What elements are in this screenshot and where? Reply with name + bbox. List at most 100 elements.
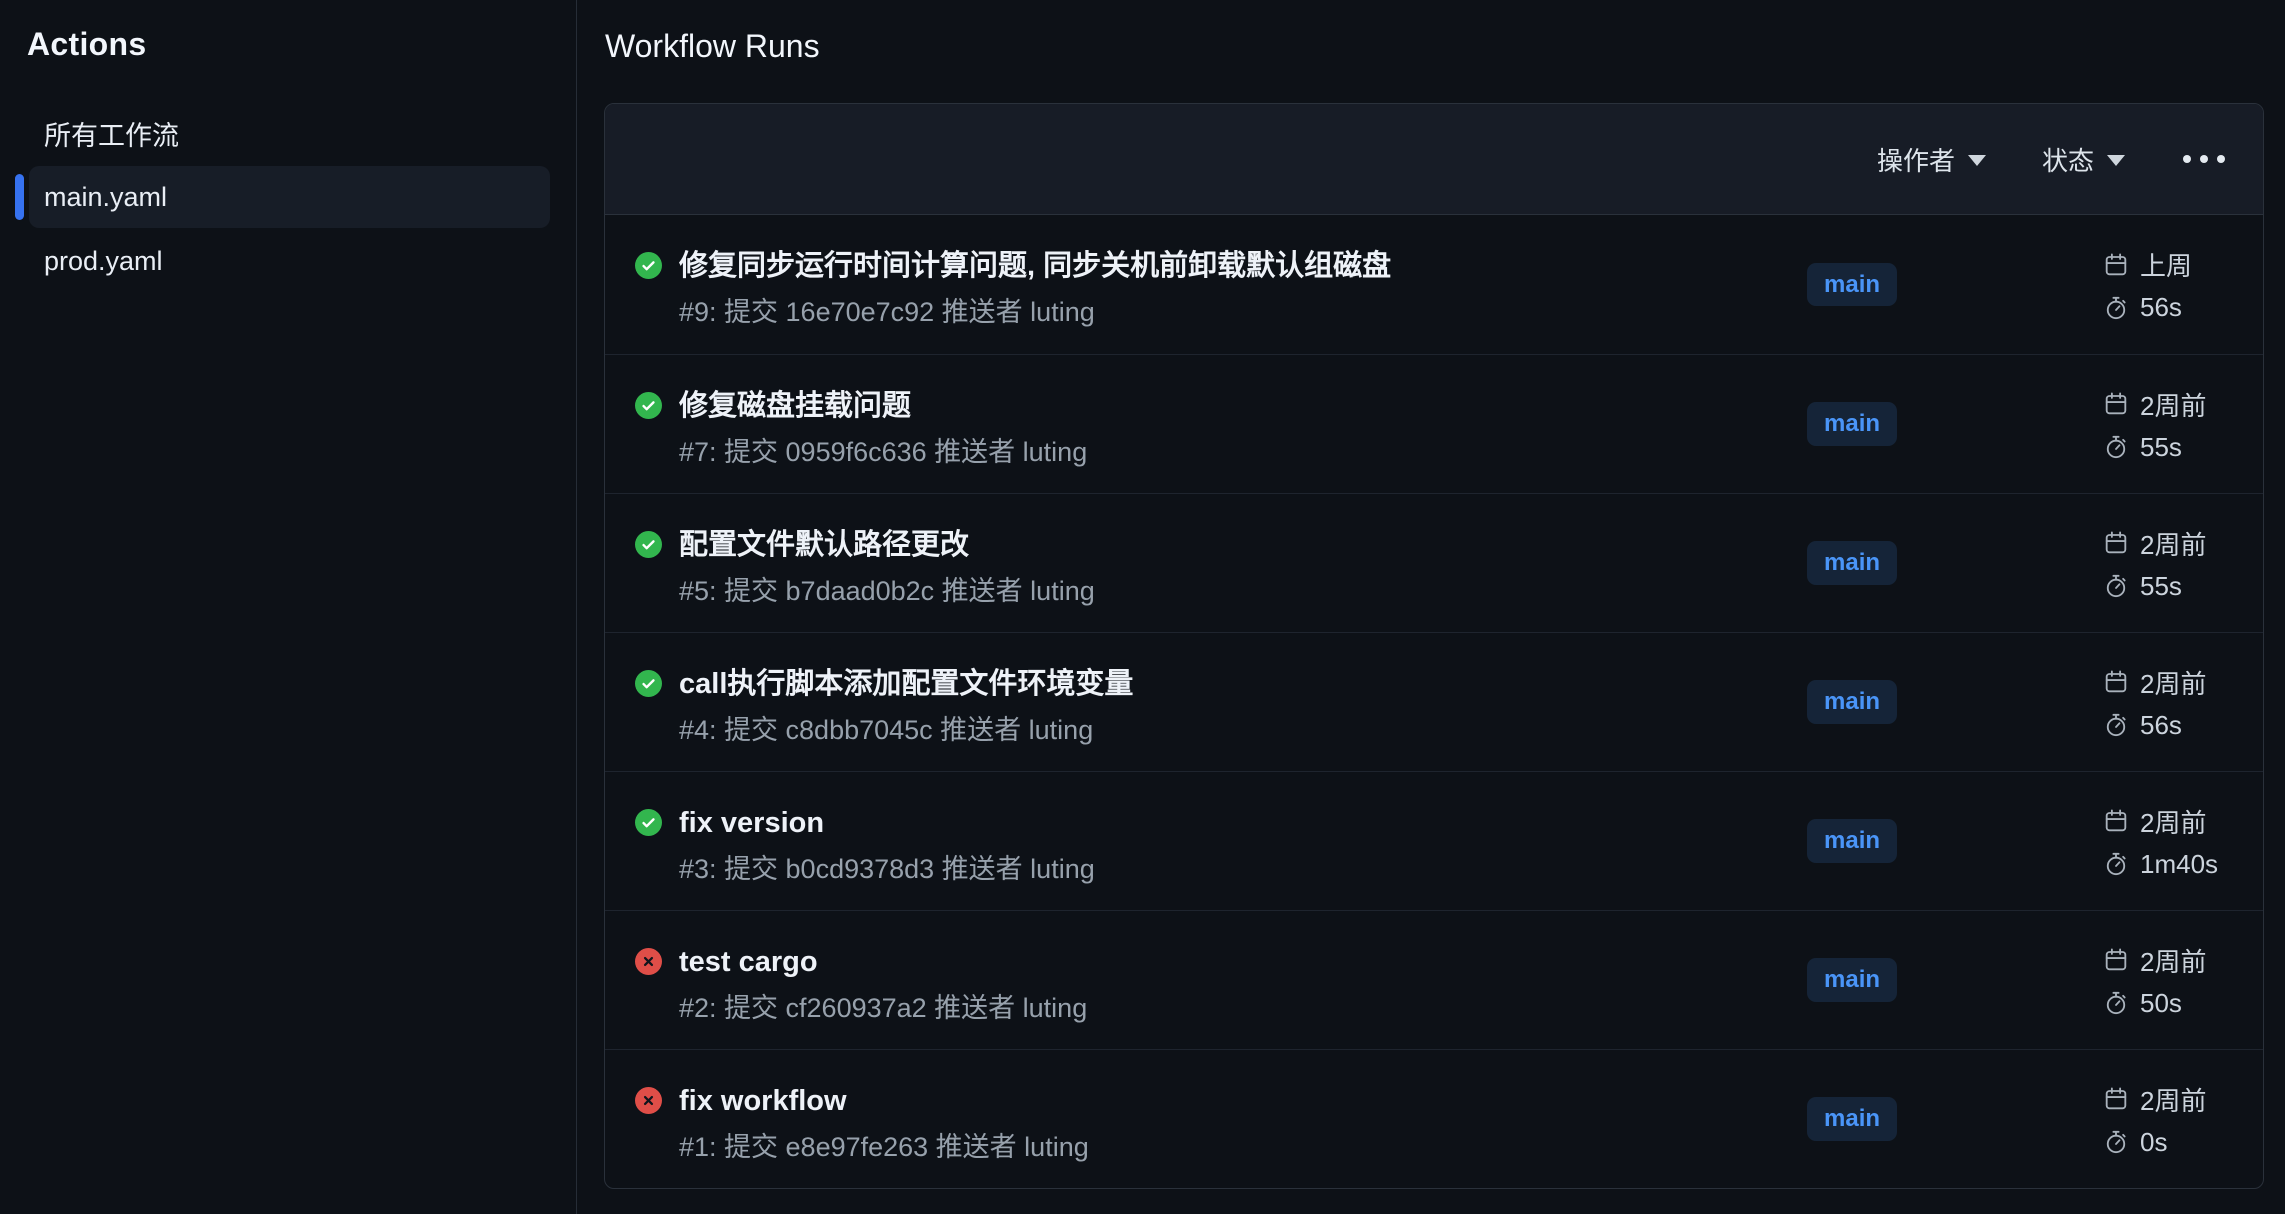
run-text: call执行脚本添加配置文件环境变量 #4: 提交 c8dbb7045c 推送者… — [679, 666, 1133, 747]
actor-filter-dropdown[interactable]: 操作者 — [1877, 141, 1986, 178]
actions-sidebar: Actions 所有工作流 main.yaml prod.yaml — [0, 0, 577, 1214]
branch-badge[interactable]: main — [1807, 263, 1897, 306]
branch-badge[interactable]: main — [1807, 541, 1897, 584]
branch-badge[interactable]: main — [1807, 819, 1897, 862]
calendar-icon — [2103, 530, 2129, 556]
more-options-button[interactable] — [2181, 149, 2227, 169]
run-duration: 56s — [2140, 710, 2182, 741]
run-date-line: 2周前 — [2103, 386, 2253, 423]
branch-badge[interactable]: main — [1807, 680, 1897, 723]
run-date-line: 2周前 — [2103, 664, 2253, 701]
stopwatch-icon — [2103, 851, 2129, 877]
run-times-cell: 2周前 0s — [2083, 1050, 2263, 1188]
calendar-icon — [2103, 391, 2129, 417]
workflow-run-row[interactable]: 修复磁盘挂载问题 #7: 提交 0959f6c636 推送者 luting ma… — [605, 354, 2263, 493]
check-icon — [640, 257, 657, 274]
stopwatch-icon — [2103, 434, 2129, 460]
run-duration: 56s — [2140, 292, 2182, 323]
check-icon — [640, 397, 657, 414]
run-duration: 50s — [2140, 988, 2182, 1019]
run-duration: 55s — [2140, 571, 2182, 602]
branch-badge[interactable]: main — [1807, 402, 1897, 445]
stopwatch-icon — [2103, 990, 2129, 1016]
run-title: test cargo — [679, 944, 1087, 980]
workflow-runs-card: 操作者 状态 修复同步运行时间计算问题, 同步关机前卸载 — [604, 103, 2264, 1189]
branch-badge[interactable]: main — [1807, 958, 1897, 1001]
run-branch-cell: main — [1787, 355, 2083, 493]
run-duration-line: 50s — [2103, 988, 2253, 1019]
sidebar-workflow-item[interactable]: prod.yaml — [29, 230, 550, 292]
status-filter-dropdown[interactable]: 状态 — [2042, 141, 2125, 178]
workflow-run-row[interactable]: test cargo #2: 提交 cf260937a2 推送者 luting … — [605, 910, 2263, 1049]
run-duration-line: 56s — [2103, 710, 2253, 741]
workflow-run-row[interactable]: call执行脚本添加配置文件环境变量 #4: 提交 c8dbb7045c 推送者… — [605, 632, 2263, 771]
run-main: fix version #3: 提交 b0cd9378d3 推送者 luting — [605, 772, 1787, 910]
workflow-run-row[interactable]: fix workflow #1: 提交 e8e97fe263 推送者 lutin… — [605, 1049, 2263, 1188]
run-duration-line: 55s — [2103, 432, 2253, 463]
run-date: 2周前 — [2140, 525, 2206, 562]
run-duration: 0s — [2140, 1127, 2167, 1158]
sidebar-workflow-item-label: prod.yaml — [44, 246, 163, 277]
run-branch-cell: main — [1787, 215, 2083, 354]
run-main: 修复同步运行时间计算问题, 同步关机前卸载默认组磁盘 #9: 提交 16e70e… — [605, 215, 1787, 354]
run-duration-line: 0s — [2103, 1127, 2253, 1158]
calendar-icon — [2103, 808, 2129, 834]
run-commit-meta: #7: 提交 0959f6c636 推送者 luting — [679, 435, 1087, 469]
success-icon — [635, 531, 662, 558]
run-branch-cell: main — [1787, 772, 2083, 910]
run-commit-meta: #3: 提交 b0cd9378d3 推送者 luting — [679, 852, 1095, 886]
run-commit-meta: #1: 提交 e8e97fe263 推送者 luting — [679, 1130, 1089, 1164]
branch-badge[interactable]: main — [1807, 1097, 1897, 1140]
run-branch-cell: main — [1787, 633, 2083, 771]
run-title: fix version — [679, 805, 1095, 841]
sidebar-workflow-item[interactable]: 所有工作流 — [29, 102, 550, 164]
run-times-cell: 2周前 55s — [2083, 494, 2263, 632]
workflow-run-row[interactable]: 配置文件默认路径更改 #5: 提交 b7daad0b2c 推送者 luting … — [605, 493, 2263, 632]
run-duration-line: 1m40s — [2103, 849, 2253, 880]
workflow-nav: 所有工作流 main.yaml prod.yaml — [0, 102, 576, 292]
stopwatch-icon — [2103, 295, 2129, 321]
x-icon — [641, 1093, 656, 1108]
run-date-line: 2周前 — [2103, 803, 2253, 840]
check-icon — [640, 536, 657, 553]
success-icon — [635, 809, 662, 836]
x-icon — [641, 954, 656, 969]
stopwatch-icon — [2103, 1129, 2129, 1155]
run-main: 配置文件默认路径更改 #5: 提交 b7daad0b2c 推送者 luting — [605, 494, 1787, 632]
run-commit-meta: #2: 提交 cf260937a2 推送者 luting — [679, 991, 1087, 1025]
chevron-down-icon — [1968, 155, 1986, 166]
run-text: test cargo #2: 提交 cf260937a2 推送者 luting — [679, 944, 1087, 1025]
success-icon — [635, 670, 662, 697]
run-main: fix workflow #1: 提交 e8e97fe263 推送者 lutin… — [605, 1050, 1787, 1188]
run-date-line: 2周前 — [2103, 1081, 2253, 1118]
sidebar-workflow-item[interactable]: main.yaml — [29, 166, 550, 228]
failure-icon — [635, 948, 662, 975]
run-times-cell: 2周前 56s — [2083, 633, 2263, 771]
workflow-run-list: 修复同步运行时间计算问题, 同步关机前卸载默认组磁盘 #9: 提交 16e70e… — [605, 215, 2263, 1188]
run-duration: 1m40s — [2140, 849, 2218, 880]
run-date: 2周前 — [2140, 1081, 2206, 1118]
run-branch-cell: main — [1787, 494, 2083, 632]
run-duration-line: 55s — [2103, 571, 2253, 602]
run-date: 2周前 — [2140, 942, 2206, 979]
run-text: fix version #3: 提交 b0cd9378d3 推送者 luting — [679, 805, 1095, 886]
run-times-cell: 上周 56s — [2083, 215, 2263, 354]
run-date-line: 上周 — [2103, 246, 2253, 283]
calendar-icon — [2103, 1086, 2129, 1112]
workflow-run-row[interactable]: 修复同步运行时间计算问题, 同步关机前卸载默认组磁盘 #9: 提交 16e70e… — [605, 215, 2263, 354]
run-date: 2周前 — [2140, 386, 2206, 423]
check-icon — [640, 814, 657, 831]
run-times-cell: 2周前 55s — [2083, 355, 2263, 493]
calendar-icon — [2103, 947, 2129, 973]
run-main: 修复磁盘挂载问题 #7: 提交 0959f6c636 推送者 luting — [605, 355, 1787, 493]
workflow-run-row[interactable]: fix version #3: 提交 b0cd9378d3 推送者 luting… — [605, 771, 2263, 910]
calendar-icon — [2103, 252, 2129, 278]
page-title: Workflow Runs — [605, 28, 2264, 65]
chevron-down-icon — [2107, 155, 2125, 166]
filter-bar: 操作者 状态 — [605, 104, 2263, 215]
run-duration: 55s — [2140, 432, 2182, 463]
run-date: 2周前 — [2140, 803, 2206, 840]
run-title: 修复磁盘挂载问题 — [679, 388, 1087, 424]
run-times-cell: 2周前 50s — [2083, 911, 2263, 1049]
run-date: 上周 — [2140, 246, 2192, 283]
